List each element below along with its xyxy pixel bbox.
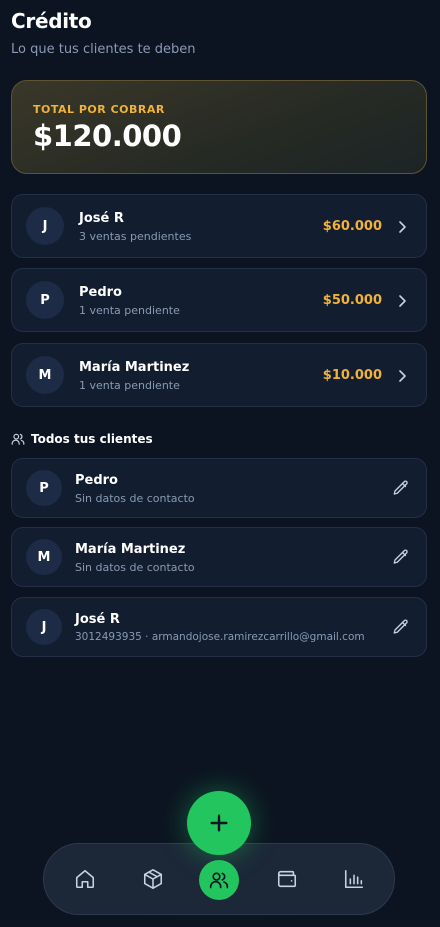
debtor-name: María Martinez bbox=[79, 360, 190, 375]
avatar: J bbox=[26, 609, 62, 645]
box-icon[interactable] bbox=[142, 868, 164, 890]
debtor-name: Pedro bbox=[79, 285, 122, 300]
clients-section-title: Todos tus clientes bbox=[11, 430, 153, 448]
debtor-amount: $10.000 bbox=[322, 368, 382, 383]
total-label: TOTAL POR COBRAR bbox=[33, 103, 165, 116]
debtor-card[interactable]: P Pedro 1 venta pendiente $50.000 bbox=[11, 268, 427, 332]
pencil-icon[interactable] bbox=[392, 618, 410, 636]
chevron-right-icon bbox=[399, 295, 406, 307]
total-receivable-card: TOTAL POR COBRAR $120.000 bbox=[11, 80, 427, 174]
avatar: J bbox=[26, 207, 64, 245]
debtor-name: José R bbox=[79, 211, 124, 226]
add-button[interactable] bbox=[187, 791, 251, 855]
page-title: Crédito bbox=[11, 9, 92, 33]
section-title-text: Todos tus clientes bbox=[31, 432, 153, 446]
users-icon bbox=[209, 872, 229, 889]
nav-active-item[interactable] bbox=[199, 860, 239, 900]
debtor-amount: $50.000 bbox=[322, 293, 382, 308]
client-name: María Martinez bbox=[75, 542, 186, 557]
chart-icon[interactable] bbox=[343, 868, 365, 890]
chevron-right-icon bbox=[399, 370, 406, 382]
client-card[interactable]: P Pedro Sin datos de contacto bbox=[11, 458, 427, 518]
client-detail: 3012493935 · armandojose.ramirezcarrillo… bbox=[75, 631, 365, 643]
debtor-card[interactable]: M María Martinez 1 venta pendiente $10.0… bbox=[11, 343, 427, 407]
total-value: $120.000 bbox=[33, 119, 182, 153]
pencil-icon[interactable] bbox=[392, 548, 410, 566]
users-icon bbox=[11, 433, 25, 445]
home-icon[interactable] bbox=[74, 868, 96, 890]
wallet-icon[interactable] bbox=[276, 868, 298, 890]
debtor-card[interactable]: J José R 3 ventas pendientes $60.000 bbox=[11, 194, 427, 258]
client-detail: Sin datos de contacto bbox=[75, 561, 195, 574]
client-card[interactable]: J José R 3012493935 · armandojose.ramire… bbox=[11, 597, 427, 657]
chevron-right-icon bbox=[399, 221, 406, 233]
plus-icon bbox=[210, 814, 228, 832]
debtor-amount: $60.000 bbox=[322, 219, 382, 234]
avatar: M bbox=[26, 539, 62, 575]
avatar: M bbox=[26, 356, 64, 394]
pencil-icon[interactable] bbox=[392, 479, 410, 497]
debtor-detail: 3 ventas pendientes bbox=[79, 230, 192, 243]
credit-screen: Crédito Lo que tus clientes te deben TOT… bbox=[0, 0, 440, 927]
client-name: José R bbox=[75, 612, 120, 627]
page-subtitle: Lo que tus clientes te deben bbox=[11, 42, 196, 57]
client-detail: Sin datos de contacto bbox=[75, 492, 195, 505]
avatar: P bbox=[26, 470, 62, 506]
avatar: P bbox=[26, 281, 64, 319]
debtor-detail: 1 venta pendiente bbox=[79, 304, 180, 317]
client-card[interactable]: M María Martinez Sin datos de contacto bbox=[11, 527, 427, 587]
client-name: Pedro bbox=[75, 473, 118, 488]
debtor-detail: 1 venta pendiente bbox=[79, 379, 180, 392]
